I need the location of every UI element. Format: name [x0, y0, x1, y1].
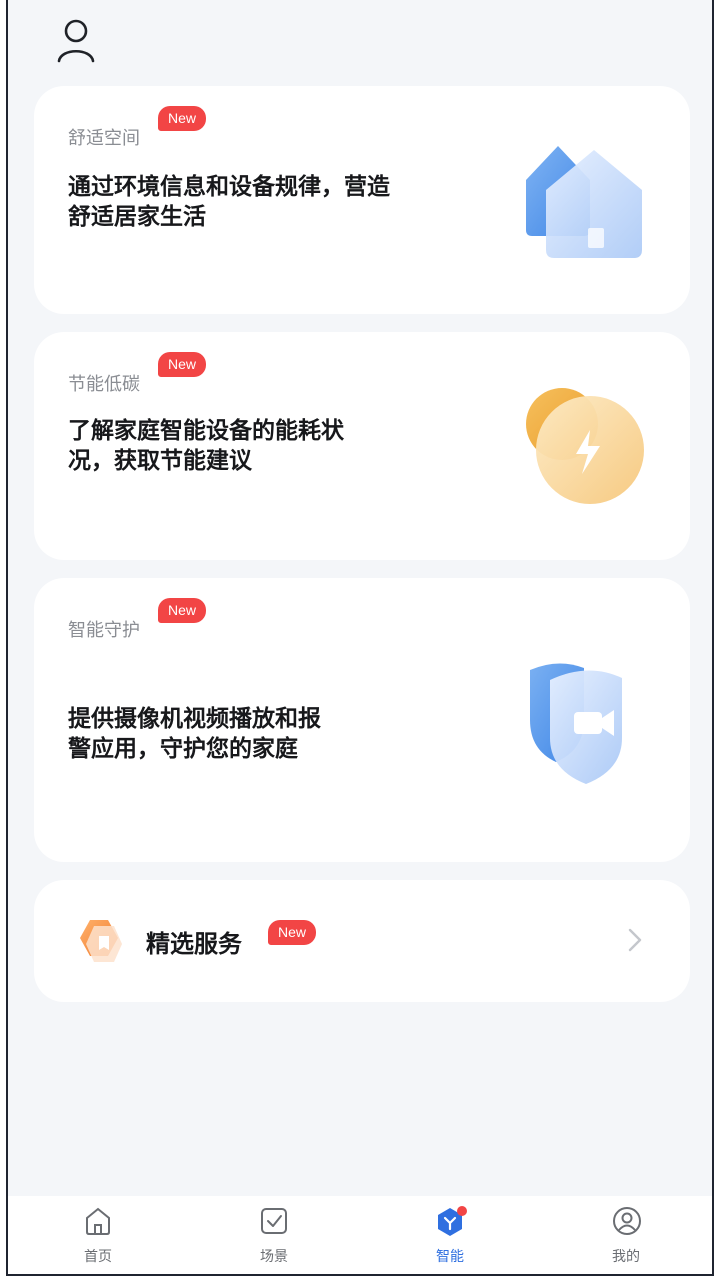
- house-icon: [514, 140, 654, 274]
- card-smart-guard[interactable]: 智能守护 New 提供摄像机视频播放和报 警应用，守护您的家庭: [34, 578, 690, 862]
- home-icon: [86, 1207, 110, 1235]
- smart-icon: [438, 1206, 467, 1236]
- featured-services-row[interactable]: 精选服务 New: [34, 880, 690, 1002]
- card-description: 通过环境信息和设备规律，营造 舒适居家生活: [68, 172, 428, 232]
- bottom-tab-bar: 首页 场景 智能 我的: [8, 1196, 712, 1274]
- tab-scenes[interactable]: 场景: [214, 1196, 334, 1274]
- desc-line: 通过环境信息和设备规律，营造: [68, 174, 390, 200]
- card-description: 了解家庭智能设备的能耗状 况，获取节能建议: [68, 416, 428, 476]
- header: [8, 0, 712, 80]
- new-badge: New: [268, 920, 317, 945]
- desc-line: 况，获取节能建议: [68, 448, 252, 474]
- tab-label: 首页: [84, 1249, 112, 1265]
- desc-line: 警应用，守护您的家庭: [68, 736, 298, 762]
- checkbox-icon: [261, 1208, 287, 1234]
- featured-services-label: 精选服务: [146, 930, 242, 958]
- new-badge: New: [158, 598, 207, 623]
- card-energy-saving[interactable]: 节能低碳 New 了解家庭智能设备的能耗状 况，获取节能建议: [34, 332, 690, 560]
- user-icon[interactable]: [54, 16, 98, 66]
- card-comfort-space[interactable]: 舒适空间 New 通过环境信息和设备规律，营造 舒适居家生活: [34, 86, 690, 314]
- card-description: 提供摄像机视频播放和报 警应用，守护您的家庭: [68, 704, 428, 764]
- tab-home[interactable]: 首页: [38, 1196, 158, 1274]
- card-label: 舒适空间: [68, 128, 140, 149]
- tab-label: 场景: [260, 1249, 288, 1265]
- desc-line: 提供摄像机视频播放和报: [68, 706, 321, 732]
- new-badge: New: [158, 352, 207, 377]
- tab-label: 我的: [612, 1249, 640, 1265]
- card-label: 智能守护: [68, 620, 140, 641]
- chevron-right-icon: [626, 924, 644, 956]
- profile-icon: [613, 1207, 641, 1235]
- card-label: 节能低碳: [68, 374, 140, 395]
- lightning-icon: [518, 382, 648, 512]
- shield-camera-icon: [522, 658, 652, 792]
- new-badge: New: [158, 106, 207, 131]
- desc-line: 舒适居家生活: [68, 204, 206, 230]
- tab-smart[interactable]: 智能: [390, 1196, 510, 1274]
- tab-mine[interactable]: 我的: [566, 1196, 686, 1274]
- app-frame: 舒适空间 New 通过环境信息和设备规律，营造 舒适居家生活 节能低碳 New …: [6, 0, 714, 1276]
- tab-label: 智能: [436, 1249, 464, 1265]
- desc-line: 了解家庭智能设备的能耗状: [68, 418, 344, 444]
- service-icon: [74, 916, 122, 968]
